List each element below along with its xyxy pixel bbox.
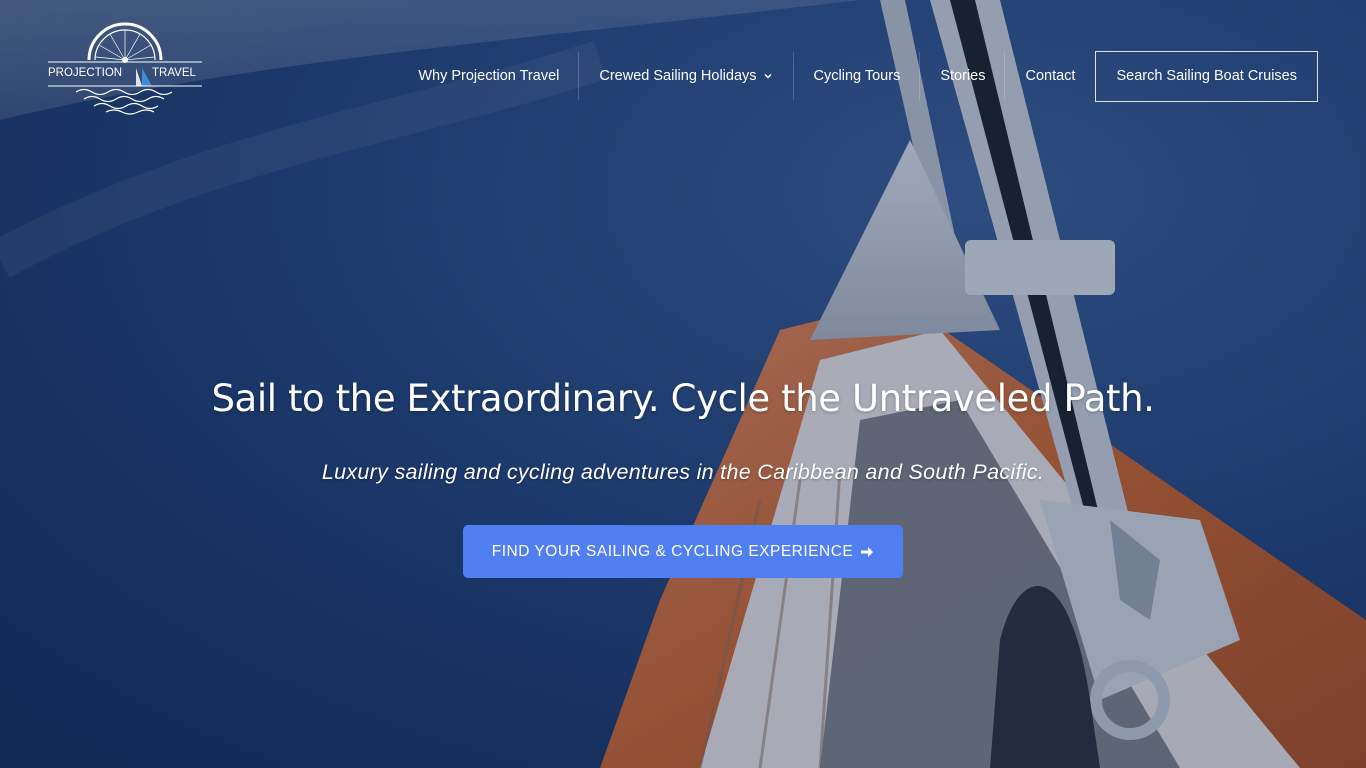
projection-travel-logo[interactable]: PROJECTION TRAVEL bbox=[46, 20, 204, 116]
find-experience-button[interactable]: FIND YOUR SAILING & CYCLING EXPERIENCE bbox=[463, 525, 903, 578]
arrow-right-icon bbox=[861, 546, 874, 557]
hero-section: PROJECTION TRAVEL Why Projection Travel … bbox=[0, 0, 1366, 768]
nav-item-crewed-sailing-holidays[interactable]: Crewed Sailing Holidays bbox=[579, 50, 794, 102]
cta-label: FIND YOUR SAILING & CYCLING EXPERIENCE bbox=[491, 542, 854, 560]
nav-item-label: Cycling Tours bbox=[813, 68, 901, 84]
nav-item-stories[interactable]: Stories bbox=[920, 50, 1006, 102]
logo-text-projection: PROJECTION bbox=[48, 67, 122, 79]
search-sailing-boat-cruises-button[interactable]: Search Sailing Boat Cruises bbox=[1095, 50, 1318, 102]
nav-item-why-projection-travel[interactable]: Why Projection Travel bbox=[398, 50, 580, 102]
search-button-label: Search Sailing Boat Cruises bbox=[1116, 68, 1297, 84]
nav-item-label: Contact bbox=[1025, 68, 1076, 84]
nav-item-label: Stories bbox=[940, 68, 986, 84]
hero-subheadline: Luxury sailing and cycling adventures in… bbox=[321, 460, 1045, 484]
nav-item-contact[interactable]: Contact bbox=[1005, 50, 1095, 102]
nav-item-cycling-tours[interactable]: Cycling Tours bbox=[794, 50, 921, 102]
logo-text-travel: TRAVEL bbox=[152, 67, 196, 79]
hero-headline: Sail to the Extraordinary. Cycle the Unt… bbox=[211, 377, 1155, 420]
nav-item-label: Why Projection Travel bbox=[418, 68, 560, 84]
nav-item-label: Crewed Sailing Holidays bbox=[599, 68, 757, 84]
main-navigation: Why Projection Travel Crewed Sailing Hol… bbox=[398, 50, 1318, 102]
chevron-down-icon bbox=[764, 73, 772, 79]
